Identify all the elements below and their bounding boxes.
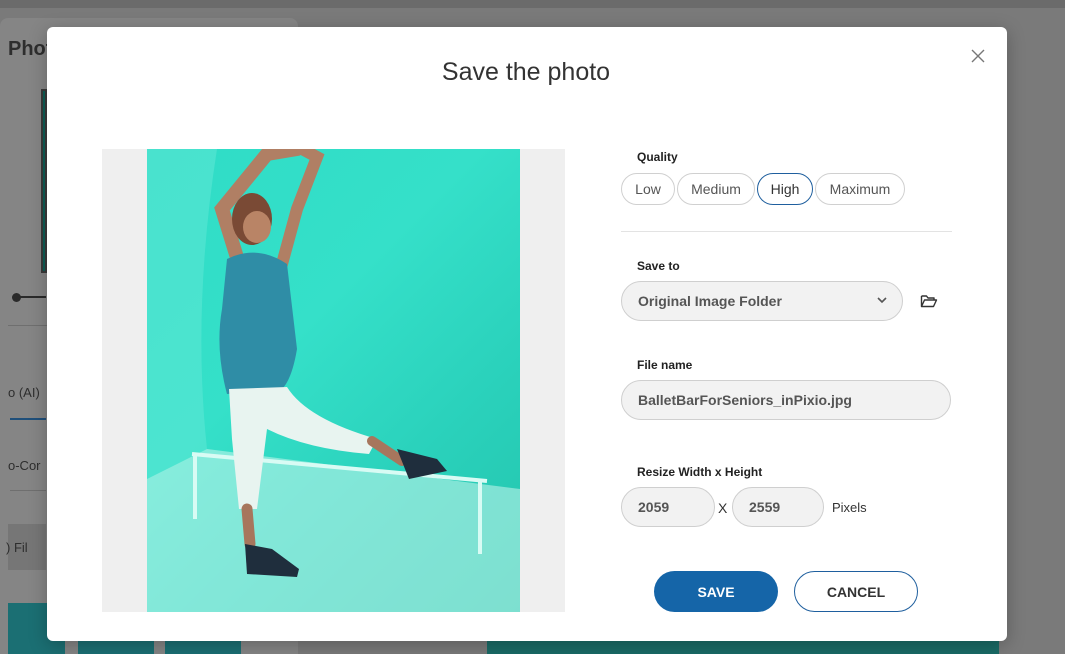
- quality-option-high[interactable]: High: [757, 173, 813, 205]
- save-to-dropdown[interactable]: Original Image Folder: [621, 281, 903, 321]
- background-panel-title: Phot: [8, 38, 53, 60]
- photo-preview-frame: [102, 149, 565, 612]
- dimension-unit: Pixels: [832, 500, 867, 515]
- background-tab-ai: o (AI): [8, 385, 40, 400]
- quality-label: Quality: [637, 150, 678, 164]
- background-tab-cor: o-Cor: [8, 458, 41, 473]
- background-canvas: [487, 640, 999, 654]
- dialog-title: Save the photo: [441, 58, 611, 86]
- background-divider: [8, 325, 48, 326]
- save-button[interactable]: SAVE: [654, 571, 778, 612]
- quality-option-maximum[interactable]: Maximum: [815, 173, 905, 205]
- file-name-label: File name: [637, 358, 693, 372]
- height-input[interactable]: [732, 487, 824, 527]
- close-icon: [971, 49, 985, 63]
- save-photo-dialog: Save the photo Quality Low Medium High M…: [47, 27, 1007, 641]
- section-divider: [621, 231, 952, 232]
- folder-open-icon[interactable]: [920, 293, 938, 309]
- width-input[interactable]: [621, 487, 715, 527]
- background-divider: [10, 490, 46, 491]
- photo-preview: [147, 149, 520, 612]
- background-top-bar: [0, 0, 1065, 8]
- resize-label: Resize Width x Height: [637, 465, 763, 479]
- background-tab-ai-underline: [10, 418, 46, 420]
- cancel-button[interactable]: CANCEL: [794, 571, 918, 612]
- background-filter-label: ) Fil: [6, 540, 28, 555]
- quality-option-low[interactable]: Low: [621, 173, 675, 205]
- photo-illustration: [147, 149, 520, 612]
- quality-option-medium[interactable]: Medium: [677, 173, 755, 205]
- file-name-input[interactable]: [621, 380, 951, 420]
- save-to-label: Save to: [637, 259, 680, 273]
- quality-segmented-control: Low Medium High Maximum: [621, 173, 905, 205]
- close-button[interactable]: [967, 45, 989, 67]
- dimension-separator: X: [718, 500, 728, 516]
- chevron-down-icon: [877, 297, 887, 304]
- background-slider-track: [20, 296, 46, 298]
- save-to-value: Original Image Folder: [638, 293, 782, 309]
